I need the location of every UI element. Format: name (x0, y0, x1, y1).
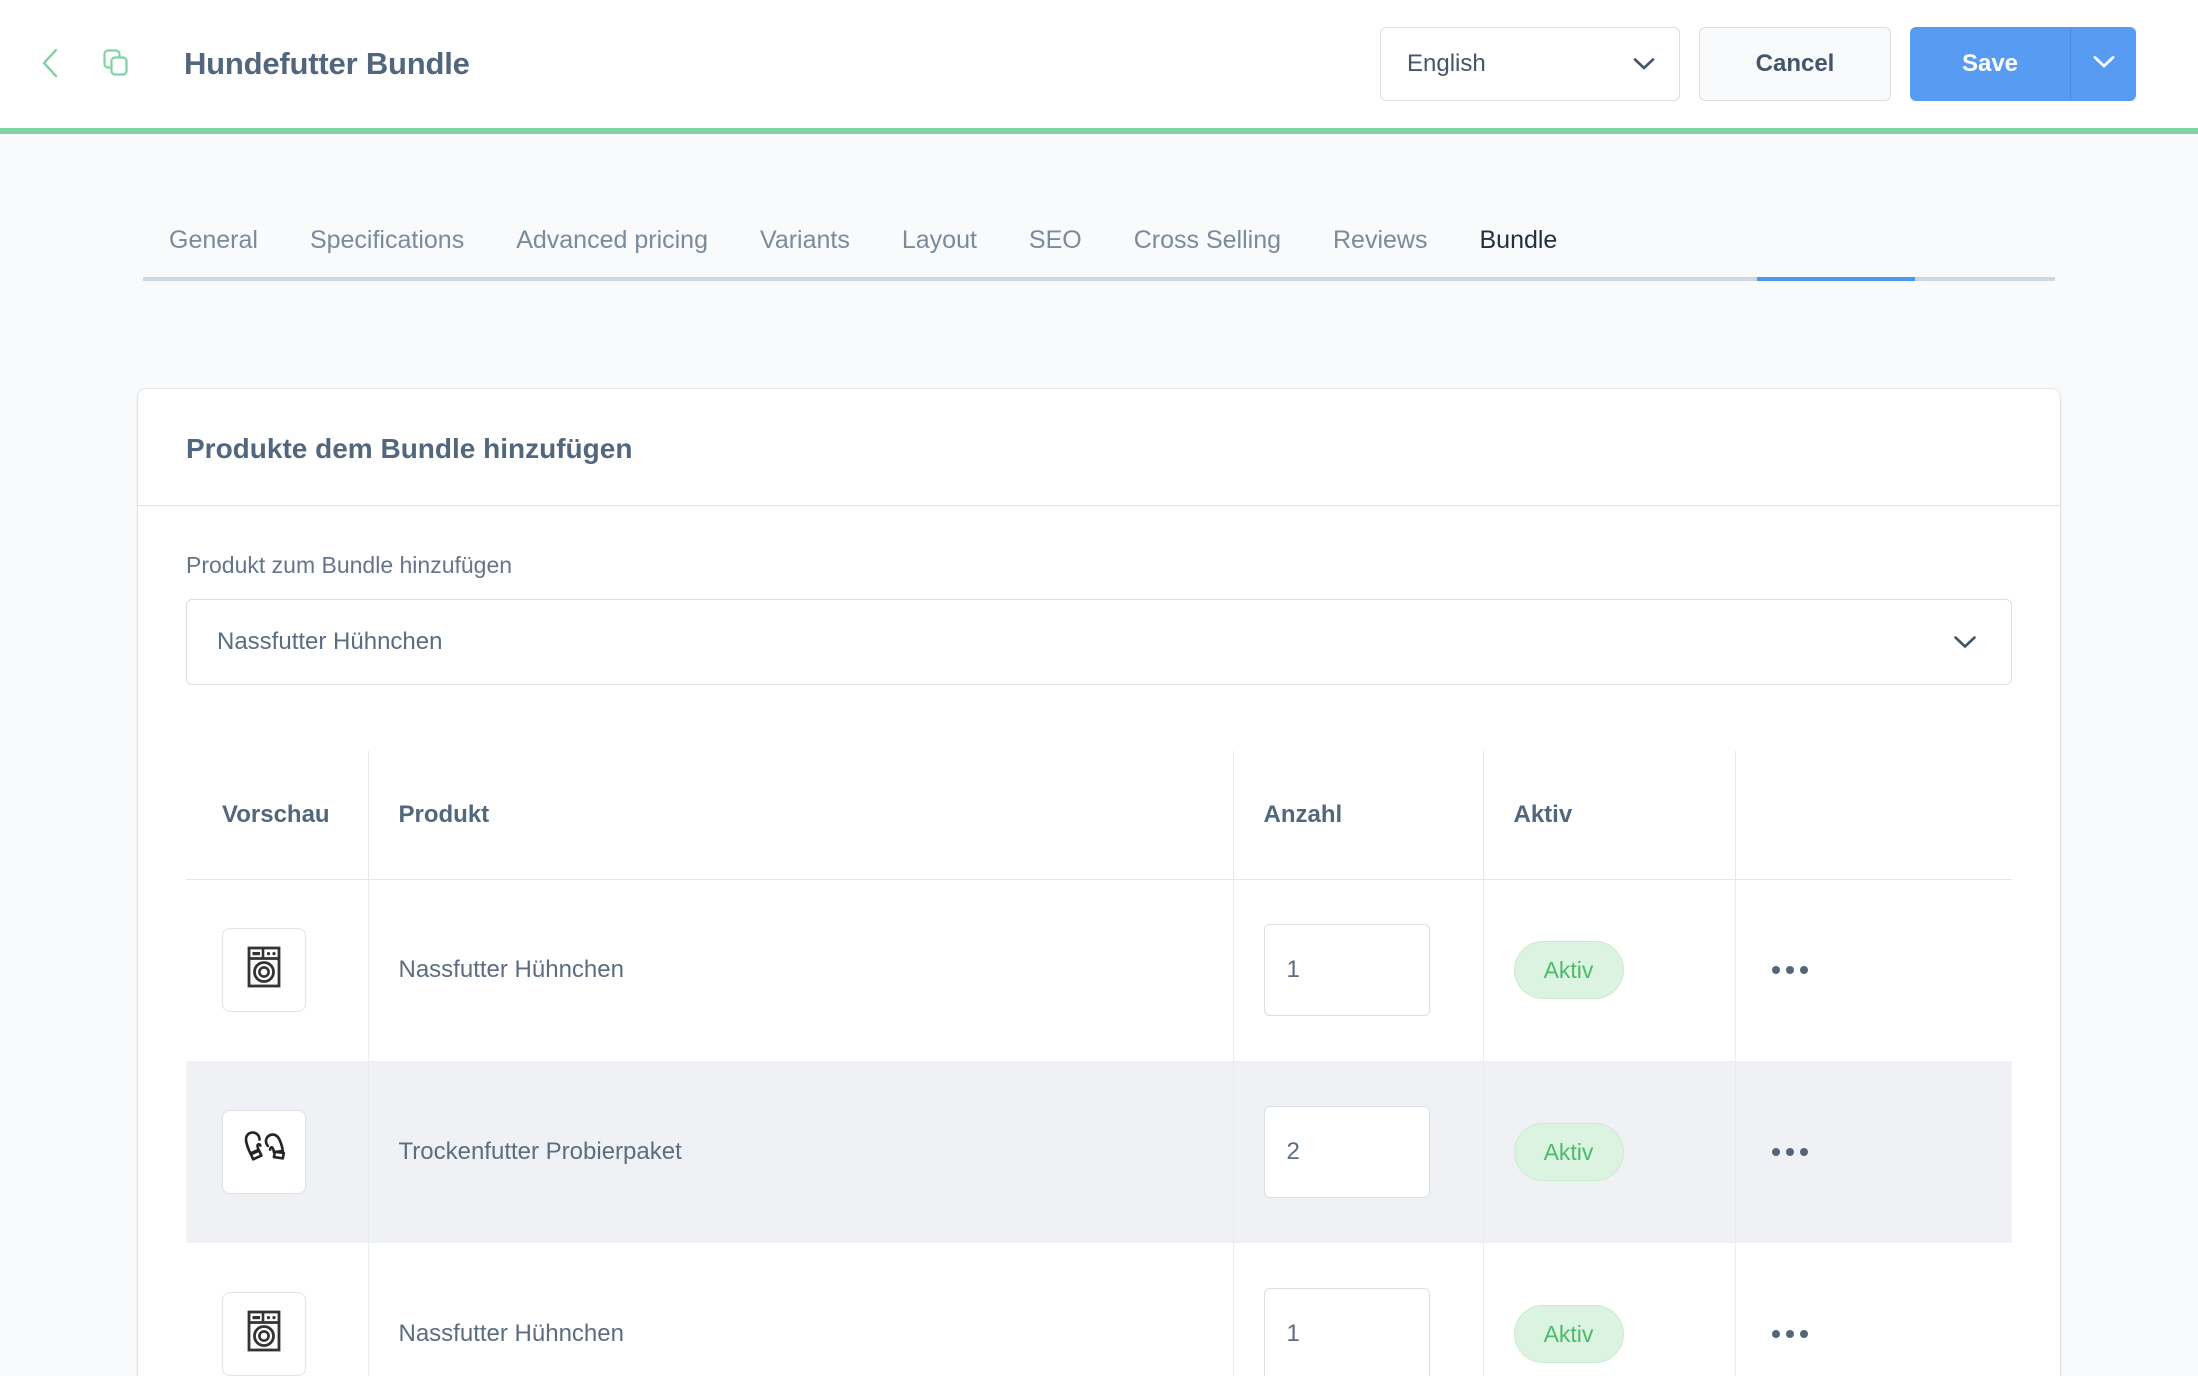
row-actions-button[interactable] (1766, 956, 1814, 984)
cell-actions (1735, 1243, 2012, 1376)
add-product-label: Produkt zum Bundle hinzufügen (186, 552, 2012, 579)
main-content: Produkte dem Bundle hinzufügen Produkt z… (0, 389, 2198, 1376)
cell-actions (1735, 1061, 2012, 1243)
app-header: Hundefutter Bundle English Cancel Save (0, 0, 2198, 128)
cell-product-name: Nassfutter Hühnchen (368, 1243, 1233, 1376)
column-header-aktiv: Aktiv (1483, 751, 1735, 879)
cell-status: Aktiv (1483, 1243, 1735, 1376)
cell-quantity (1233, 879, 1483, 1061)
cell-preview (186, 879, 368, 1061)
row-actions-button[interactable] (1766, 1320, 1814, 1348)
tab-specifications[interactable]: Specifications (284, 226, 490, 277)
cell-preview (186, 1061, 368, 1243)
tab-underline (143, 277, 2055, 281)
header-left-group (28, 42, 138, 86)
cell-status: Aktiv (1483, 879, 1735, 1061)
table-row[interactable]: Nassfutter Hühnchen Aktiv (186, 1243, 2012, 1376)
chevron-down-icon (2093, 55, 2115, 74)
chevron-down-icon (1633, 57, 1655, 71)
cell-actions (1735, 879, 2012, 1061)
column-header-actions (1735, 751, 2012, 879)
language-select[interactable]: English (1380, 27, 1680, 101)
cell-quantity (1233, 1243, 1483, 1376)
card-header: Produkte dem Bundle hinzufügen (138, 389, 2060, 506)
tabs-section: General Specifications Advanced pricing … (0, 134, 2198, 281)
bundle-products-table: Vorschau Produkt Anzahl Aktiv (186, 751, 2012, 1376)
tab-general[interactable]: General (143, 226, 284, 277)
save-dropdown-button[interactable] (2070, 27, 2136, 101)
table-head: Vorschau Produkt Anzahl Aktiv (186, 751, 2012, 879)
quantity-input[interactable] (1264, 1106, 1430, 1198)
table-header-row: Vorschau Produkt Anzahl Aktiv (186, 751, 2012, 879)
table-row[interactable]: Nassfutter Hühnchen Aktiv (186, 879, 2012, 1061)
quantity-input[interactable] (1264, 1288, 1430, 1376)
product-thumbnail (222, 1110, 306, 1194)
washing-machine-icon (238, 1305, 290, 1364)
washing-machine-icon (238, 941, 290, 1000)
column-header-vorschau: Vorschau (186, 751, 368, 879)
ellipsis-icon (1772, 966, 1808, 974)
status-badge: Aktiv (1514, 1305, 1624, 1363)
tab-list: General Specifications Advanced pricing … (143, 226, 2055, 277)
column-header-produkt: Produkt (368, 751, 1233, 879)
mittens-icon (237, 1122, 291, 1183)
add-product-select-value: Nassfutter Hühnchen (217, 628, 442, 656)
cell-preview (186, 1243, 368, 1376)
cancel-button[interactable]: Cancel (1699, 27, 1891, 101)
save-button-group: Save (1910, 27, 2136, 101)
product-thumbnail (222, 928, 306, 1012)
chevron-down-icon (1953, 635, 1977, 650)
tab-bundle[interactable]: Bundle (1453, 226, 1583, 277)
bundle-products-card: Produkte dem Bundle hinzufügen Produkt z… (138, 389, 2060, 1376)
status-badge: Aktiv (1514, 941, 1624, 999)
tab-variants[interactable]: Variants (734, 226, 876, 277)
ellipsis-icon (1772, 1330, 1808, 1338)
tab-layout[interactable]: Layout (876, 226, 1003, 277)
card-title: Produkte dem Bundle hinzufügen (186, 433, 2012, 465)
tab-advanced-pricing[interactable]: Advanced pricing (490, 226, 734, 277)
cell-quantity (1233, 1061, 1483, 1243)
language-select-value: English (1407, 50, 1486, 78)
product-thumbnail (222, 1292, 306, 1376)
cell-product-name: Nassfutter Hühnchen (368, 879, 1233, 1061)
table-row[interactable]: Trockenfutter Probierpaket Aktiv (186, 1061, 2012, 1243)
table-body: Nassfutter Hühnchen Aktiv (186, 879, 2012, 1376)
page-title: Hundefutter Bundle (184, 46, 470, 82)
column-header-anzahl: Anzahl (1233, 751, 1483, 879)
chevron-left-icon (37, 47, 63, 82)
card-body: Produkt zum Bundle hinzufügen Nassfutter… (138, 506, 2060, 1376)
copy-icon (100, 47, 132, 82)
header-actions: English Cancel Save (1380, 27, 2136, 101)
add-product-select[interactable]: Nassfutter Hühnchen (186, 599, 2012, 685)
tab-active-indicator (1757, 277, 1915, 281)
row-actions-button[interactable] (1766, 1138, 1814, 1166)
tab-reviews[interactable]: Reviews (1307, 226, 1453, 277)
quantity-input[interactable] (1264, 924, 1430, 1016)
duplicate-button[interactable] (94, 42, 138, 86)
back-button[interactable] (28, 42, 72, 86)
cell-status: Aktiv (1483, 1061, 1735, 1243)
status-badge: Aktiv (1514, 1123, 1624, 1181)
tab-seo[interactable]: SEO (1003, 226, 1108, 277)
tab-cross-selling[interactable]: Cross Selling (1108, 226, 1307, 277)
ellipsis-icon (1772, 1148, 1808, 1156)
cell-product-name: Trockenfutter Probierpaket (368, 1061, 1233, 1243)
tab-bar: General Specifications Advanced pricing … (143, 134, 2055, 281)
save-button[interactable]: Save (1910, 27, 2070, 101)
